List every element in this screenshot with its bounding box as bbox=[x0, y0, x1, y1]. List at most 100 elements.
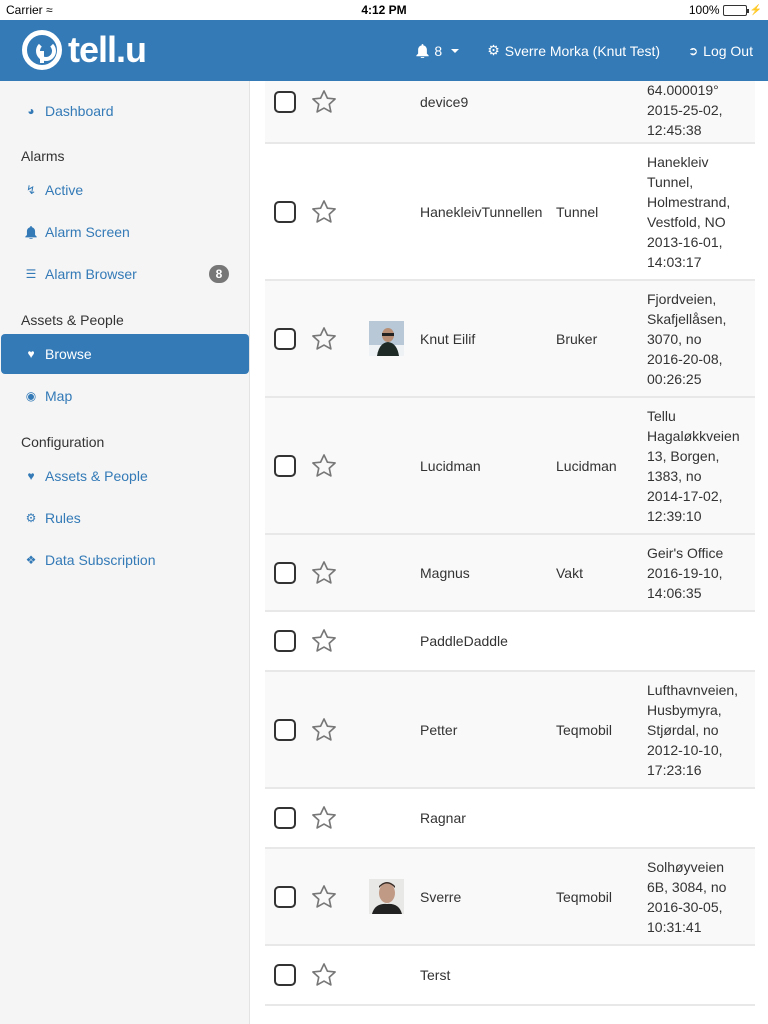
table-row[interactable]: Sverre Teqmobil Solhøyveien 6B, 3084, no 2… bbox=[265, 849, 755, 946]
sidebar-item-active[interactable]: ↯ Active bbox=[1, 170, 249, 210]
sidebar-item-alarm-browser[interactable]: ☰ Alarm Browser 8 bbox=[1, 254, 249, 294]
bell-icon bbox=[416, 43, 430, 58]
row-checkbox[interactable] bbox=[274, 200, 296, 223]
top-navbar: tell.u 8 ⚙ Sverre Morka (Knut Test) ➲ Lo… bbox=[0, 20, 768, 81]
sidebar-item-label: Data Subscription bbox=[45, 552, 156, 568]
sidebar-item-browse[interactable]: ♥ Browse bbox=[1, 334, 249, 374]
row-checkbox[interactable] bbox=[274, 718, 296, 741]
tellu-logo[interactable]: tell.u bbox=[22, 29, 147, 71]
battery-indicator: 100% ⚡ bbox=[689, 3, 762, 17]
sidebar-item-label: Dashboard bbox=[45, 103, 114, 119]
asset-name[interactable]: Terst bbox=[420, 967, 450, 983]
logout-label: Log Out bbox=[703, 42, 753, 59]
star-icon[interactable] bbox=[310, 559, 338, 587]
user-name: Sverre Morka (Knut Test) bbox=[504, 42, 661, 59]
sidebar-item-data-subscription[interactable]: ❖ Data Subscription bbox=[1, 540, 249, 580]
asset-location: Tellu Hagaløkkveien 13, Borgen, 1383, no… bbox=[647, 407, 740, 524]
logo-icon bbox=[22, 30, 62, 70]
star-icon[interactable] bbox=[310, 883, 338, 911]
asset-name[interactable]: device9 bbox=[420, 94, 468, 110]
asset-name[interactable]: Lucidman bbox=[420, 458, 481, 474]
gear-icon: ⚙ bbox=[25, 511, 37, 525]
sidebar: ◕ Dashboard Alarms ↯ Active Alarm Screen… bbox=[0, 81, 250, 1024]
asset-location: Fjordveien, Skafjellåsen, 3070, no 2016-… bbox=[647, 290, 727, 387]
section-heading-alarms: Alarms bbox=[21, 148, 65, 164]
star-icon[interactable] bbox=[310, 627, 338, 655]
cubes-icon: ❖ bbox=[25, 553, 37, 567]
section-heading-configuration: Configuration bbox=[21, 434, 105, 450]
table-row[interactable]: PaddleDaddle bbox=[265, 612, 755, 672]
avatar bbox=[369, 879, 404, 914]
list-icon: ☰ bbox=[25, 267, 37, 281]
row-checkbox[interactable] bbox=[274, 454, 296, 477]
asset-location: Lufthavnveien, Husbymyra, Stjørdal, no 2… bbox=[647, 681, 739, 778]
asset-type: Teqmobil bbox=[556, 888, 613, 905]
star-icon[interactable] bbox=[310, 88, 338, 116]
row-checkbox[interactable] bbox=[274, 561, 296, 584]
logout-icon: ➲ bbox=[688, 43, 699, 58]
table-row[interactable]: Lucidman Lucidman Tellu Hagaløkkveien 13, … bbox=[265, 398, 755, 535]
asset-location bbox=[647, 633, 755, 649]
asset-type: Teqmobil bbox=[556, 721, 613, 738]
table-row[interactable]: Terst bbox=[265, 946, 755, 1006]
sidebar-item-map[interactable]: ◉ Map bbox=[1, 376, 249, 416]
asset-type: Bruker bbox=[556, 330, 598, 347]
sidebar-item-label: Map bbox=[45, 388, 73, 404]
asset-name[interactable]: Sverre bbox=[420, 889, 461, 905]
asset-type: Lucidman bbox=[556, 457, 617, 474]
notifications-count: 8 bbox=[434, 42, 443, 59]
sidebar-item-dashboard[interactable]: ◕ Dashboard bbox=[1, 91, 249, 131]
dashboard-icon: ◕ bbox=[27, 104, 35, 118]
asset-name[interactable]: Petter bbox=[420, 722, 457, 738]
bell-icon bbox=[23, 225, 39, 239]
star-icon[interactable] bbox=[310, 325, 338, 353]
sidebar-item-rules[interactable]: ⚙ Rules bbox=[1, 498, 249, 538]
user-menu[interactable]: ⚙ Sverre Morka (Knut Test) bbox=[487, 42, 660, 59]
row-checkbox[interactable] bbox=[274, 327, 296, 350]
asset-name[interactable]: PaddleDaddle bbox=[420, 633, 508, 649]
notifications-dropdown[interactable]: 8 bbox=[416, 42, 460, 59]
gear-icon: ⚙ bbox=[487, 42, 500, 58]
table-row[interactable]: Ragnar bbox=[265, 789, 755, 849]
row-checkbox[interactable] bbox=[274, 885, 296, 908]
row-checkbox[interactable] bbox=[274, 91, 296, 113]
table-row[interactable]: Magnus Vakt Geir's Office 2016-19-10, 14:0… bbox=[265, 535, 755, 612]
star-icon[interactable] bbox=[310, 961, 338, 989]
status-bar: Carrier ≈ 4:12 PM 100% ⚡ bbox=[0, 0, 768, 20]
asset-name[interactable]: Ragnar bbox=[420, 810, 466, 826]
asset-name[interactable]: Knut Eilif bbox=[420, 331, 475, 347]
sidebar-item-label: Alarm Browser bbox=[45, 266, 137, 282]
asset-location: Hanekleiv Tunnel, Holmestrand, Vestfold,… bbox=[647, 153, 731, 270]
asset-type: Vakt bbox=[556, 564, 583, 581]
clock: 4:12 PM bbox=[361, 3, 407, 17]
sidebar-item-label: Assets & People bbox=[45, 468, 148, 484]
row-checkbox[interactable] bbox=[274, 630, 296, 652]
sidebar-item-label: Browse bbox=[45, 346, 92, 362]
star-icon[interactable] bbox=[310, 716, 338, 744]
heart-icon: ♥ bbox=[27, 469, 35, 483]
star-icon[interactable] bbox=[310, 804, 338, 832]
alarm-count-badge: 8 bbox=[209, 265, 229, 283]
sidebar-item-assets-people[interactable]: ♥ Assets & People bbox=[1, 456, 249, 496]
asset-location: Solhøyveien 6B, 3084, no 2016-30-05, 10:… bbox=[647, 858, 727, 935]
table-row[interactable]: Petter Teqmobil Lufthavnveien, Husbymyra, … bbox=[265, 672, 755, 789]
bolt-icon: ↯ bbox=[25, 183, 37, 197]
sidebar-item-label: Alarm Screen bbox=[45, 224, 130, 240]
globe-icon: ◉ bbox=[25, 389, 37, 403]
row-checkbox[interactable] bbox=[274, 964, 296, 986]
asset-name[interactable]: Magnus bbox=[420, 565, 470, 581]
sidebar-item-alarm-screen[interactable]: Alarm Screen bbox=[1, 212, 249, 252]
caret-down-icon bbox=[451, 48, 460, 53]
row-checkbox[interactable] bbox=[274, 807, 296, 829]
avatar bbox=[369, 321, 404, 356]
table-row[interactable]: Knut Eilif Bruker Fjordveien, Skafjellåsen… bbox=[265, 281, 755, 398]
asset-name[interactable]: HanekleivTunnellen bbox=[420, 204, 542, 220]
section-heading-assets: Assets & People bbox=[21, 312, 124, 328]
star-icon[interactable] bbox=[310, 198, 338, 226]
logout-button[interactable]: ➲ Log Out bbox=[688, 43, 753, 59]
table-row[interactable]: HanekleivTunnellen Tunnel Hanekleiv Tunnel… bbox=[265, 144, 755, 281]
assets-table: device983.000019°, 64.000019° 2015-25-02… bbox=[265, 62, 755, 1024]
heart-icon: ♥ bbox=[27, 347, 35, 361]
star-icon[interactable] bbox=[310, 452, 338, 480]
asset-location bbox=[647, 967, 755, 983]
